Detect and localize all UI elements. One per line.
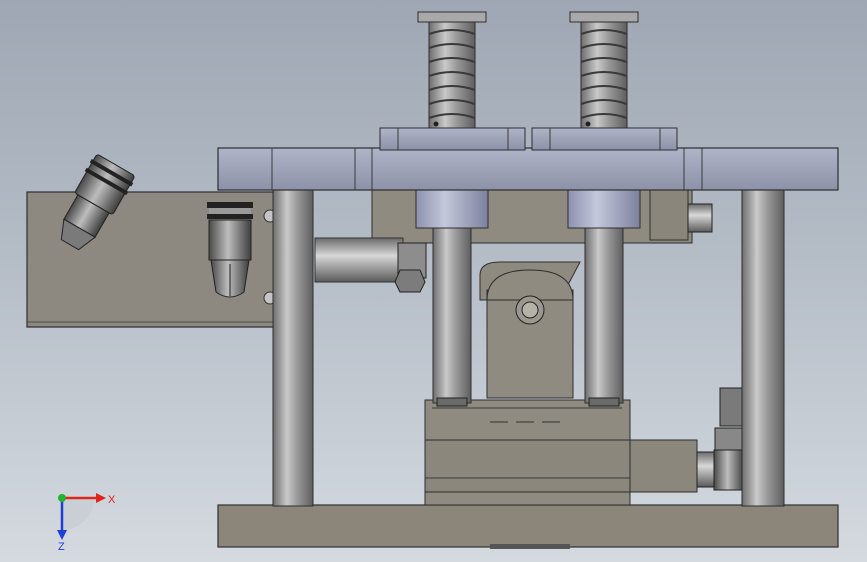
guide-post-right[interactable]	[741, 187, 785, 507]
bushing-right[interactable]	[567, 189, 641, 229]
x-axis-label: X	[108, 494, 116, 506]
x-axis-arrowhead	[96, 493, 106, 503]
side-air-fitting[interactable]	[696, 387, 746, 491]
horizontal-rod[interactable]	[314, 237, 427, 293]
cad-viewport[interactable]	[0, 0, 867, 562]
clevis-bracket[interactable]	[479, 261, 581, 399]
spring-seat-right[interactable]	[531, 127, 678, 151]
spring-seat-left[interactable]	[379, 127, 526, 151]
bushing-left[interactable]	[415, 189, 489, 229]
orientation-triad[interactable]: X Z	[46, 478, 126, 550]
z-axis-label: Z	[58, 541, 65, 550]
z-axis-arrowhead	[57, 530, 67, 540]
base-plate[interactable]	[217, 504, 839, 549]
inner-rod-left[interactable]	[432, 224, 472, 407]
guide-post-left[interactable]	[272, 187, 314, 507]
top-plate[interactable]	[217, 147, 839, 191]
inner-rod-right[interactable]	[584, 224, 624, 407]
y-axis-dot	[58, 494, 66, 502]
spring-left[interactable]	[417, 11, 487, 129]
triad-plane	[62, 498, 94, 530]
lower-cylinder-block[interactable]	[424, 399, 698, 506]
spring-right[interactable]	[569, 11, 639, 129]
